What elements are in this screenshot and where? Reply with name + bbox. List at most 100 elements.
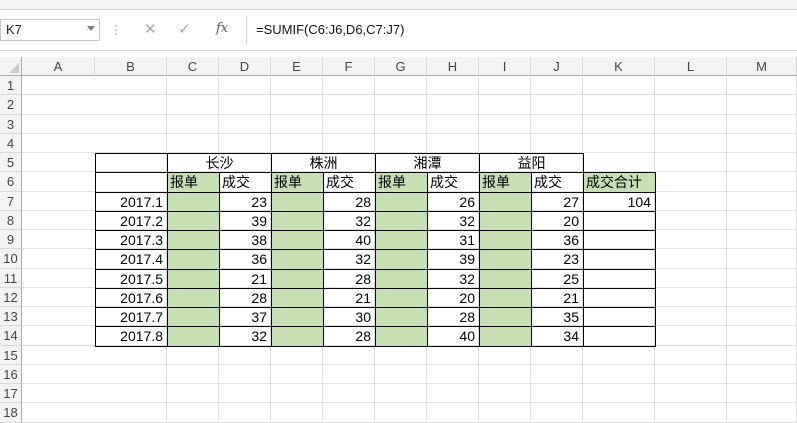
deal-cell[interactable]: 32 (427, 210, 480, 231)
report-cell[interactable] (479, 230, 532, 251)
period-cell[interactable]: 2017.6 (95, 287, 168, 308)
report-cell[interactable] (167, 191, 220, 212)
report-cell[interactable] (479, 287, 532, 308)
column-header-e[interactable]: E (271, 57, 323, 76)
total-cell[interactable] (583, 326, 656, 347)
total-cell[interactable] (583, 307, 656, 328)
cell-b6[interactable] (95, 172, 168, 193)
column-header-g[interactable]: G (375, 57, 427, 76)
row-header-12[interactable]: 12 (0, 287, 22, 307)
total-cell[interactable] (583, 287, 656, 308)
deal-cell[interactable]: 32 (323, 210, 376, 231)
report-cell[interactable] (167, 210, 220, 231)
deal-cell[interactable]: 20 (531, 210, 584, 231)
period-cell[interactable]: 2017.1 (95, 191, 168, 212)
deal-cell[interactable]: 26 (427, 191, 480, 212)
period-cell[interactable]: 2017.8 (95, 326, 168, 347)
deal-cell[interactable]: 25 (531, 268, 584, 289)
report-header[interactable]: 报单 (167, 172, 220, 193)
report-cell[interactable] (375, 326, 428, 347)
report-cell[interactable] (375, 268, 428, 289)
report-cell[interactable] (375, 287, 428, 308)
column-header-l[interactable]: L (655, 57, 727, 76)
select-all-corner[interactable] (0, 57, 22, 76)
deal-cell[interactable]: 32 (323, 249, 376, 270)
report-header[interactable]: 报单 (479, 172, 532, 193)
enter-icon[interactable]: ✓ (178, 20, 191, 38)
report-cell[interactable] (271, 191, 324, 212)
deal-cell[interactable]: 23 (531, 249, 584, 270)
column-header-k[interactable]: K (583, 57, 655, 76)
deal-header[interactable]: 成交 (531, 172, 584, 193)
report-cell[interactable] (167, 268, 220, 289)
column-header-b[interactable]: B (95, 57, 167, 76)
report-cell[interactable] (479, 326, 532, 347)
report-cell[interactable] (271, 307, 324, 328)
column-header-h[interactable]: H (427, 57, 479, 76)
report-cell[interactable] (271, 268, 324, 289)
formula-input[interactable]: =SUMIF(C6:J6,D6,C7:J7) (246, 16, 797, 44)
deal-header[interactable]: 成交 (427, 172, 480, 193)
row-header-8[interactable]: 8 (0, 210, 22, 230)
row-header-15[interactable]: 15 (0, 345, 22, 365)
row-header-7[interactable]: 7 (0, 191, 22, 211)
deal-cell[interactable]: 30 (323, 307, 376, 328)
report-cell[interactable] (479, 268, 532, 289)
total-cell[interactable] (583, 210, 656, 231)
column-header-m[interactable]: M (727, 57, 797, 76)
row-header-17[interactable]: 17 (0, 384, 22, 404)
deal-cell[interactable]: 38 (219, 230, 272, 251)
period-cell[interactable]: 2017.4 (95, 249, 168, 270)
deal-cell[interactable]: 31 (427, 230, 480, 251)
report-cell[interactable] (479, 307, 532, 328)
deal-cell[interactable]: 23 (219, 191, 272, 212)
deal-cell[interactable]: 21 (531, 287, 584, 308)
deal-cell[interactable]: 27 (531, 191, 584, 212)
report-cell[interactable] (479, 210, 532, 231)
report-cell[interactable] (479, 191, 532, 212)
report-cell[interactable] (167, 287, 220, 308)
deal-cell[interactable]: 39 (219, 210, 272, 231)
deal-cell[interactable]: 21 (219, 268, 272, 289)
report-cell[interactable] (167, 307, 220, 328)
report-cell[interactable] (167, 230, 220, 251)
report-cell[interactable] (271, 326, 324, 347)
total-header[interactable]: 成交合计 (583, 172, 656, 193)
deal-cell[interactable]: 35 (531, 307, 584, 328)
row-header-16[interactable]: 16 (0, 364, 22, 384)
deal-cell[interactable]: 20 (427, 287, 480, 308)
row-header-10[interactable]: 10 (0, 249, 22, 269)
row-header-13[interactable]: 13 (0, 307, 22, 327)
deal-header[interactable]: 成交 (323, 172, 376, 193)
column-header-j[interactable]: J (531, 57, 583, 76)
deal-cell[interactable]: 28 (219, 287, 272, 308)
total-cell[interactable] (583, 230, 656, 251)
name-box[interactable]: K7 (0, 19, 100, 41)
drag-handle-icon[interactable]: ⋮ (110, 23, 122, 37)
chevron-down-icon[interactable] (87, 26, 95, 31)
period-cell[interactable]: 2017.5 (95, 268, 168, 289)
deal-cell[interactable]: 37 (219, 307, 272, 328)
deal-cell[interactable]: 40 (323, 230, 376, 251)
deal-cell[interactable]: 34 (531, 326, 584, 347)
column-header-i[interactable]: I (479, 57, 531, 76)
row-header-3[interactable]: 3 (0, 114, 22, 134)
row-header-18[interactable]: 18 (0, 403, 22, 423)
cell-b5[interactable] (95, 153, 168, 174)
total-cell[interactable]: 104 (583, 191, 656, 212)
deal-cell[interactable]: 28 (323, 191, 376, 212)
row-header-9[interactable]: 9 (0, 230, 22, 250)
report-cell[interactable] (271, 230, 324, 251)
deal-cell[interactable]: 28 (323, 326, 376, 347)
deal-cell[interactable]: 28 (427, 307, 480, 328)
row-header-6[interactable]: 6 (0, 172, 22, 192)
column-header-d[interactable]: D (219, 57, 271, 76)
cancel-icon[interactable]: ✕ (144, 20, 157, 38)
deal-cell[interactable]: 36 (219, 249, 272, 270)
row-header-1[interactable]: 1 (0, 76, 22, 96)
report-cell[interactable] (375, 230, 428, 251)
total-cell[interactable] (583, 249, 656, 270)
report-cell[interactable] (375, 249, 428, 270)
report-header[interactable]: 报单 (271, 172, 324, 193)
period-cell[interactable]: 2017.2 (95, 210, 168, 231)
